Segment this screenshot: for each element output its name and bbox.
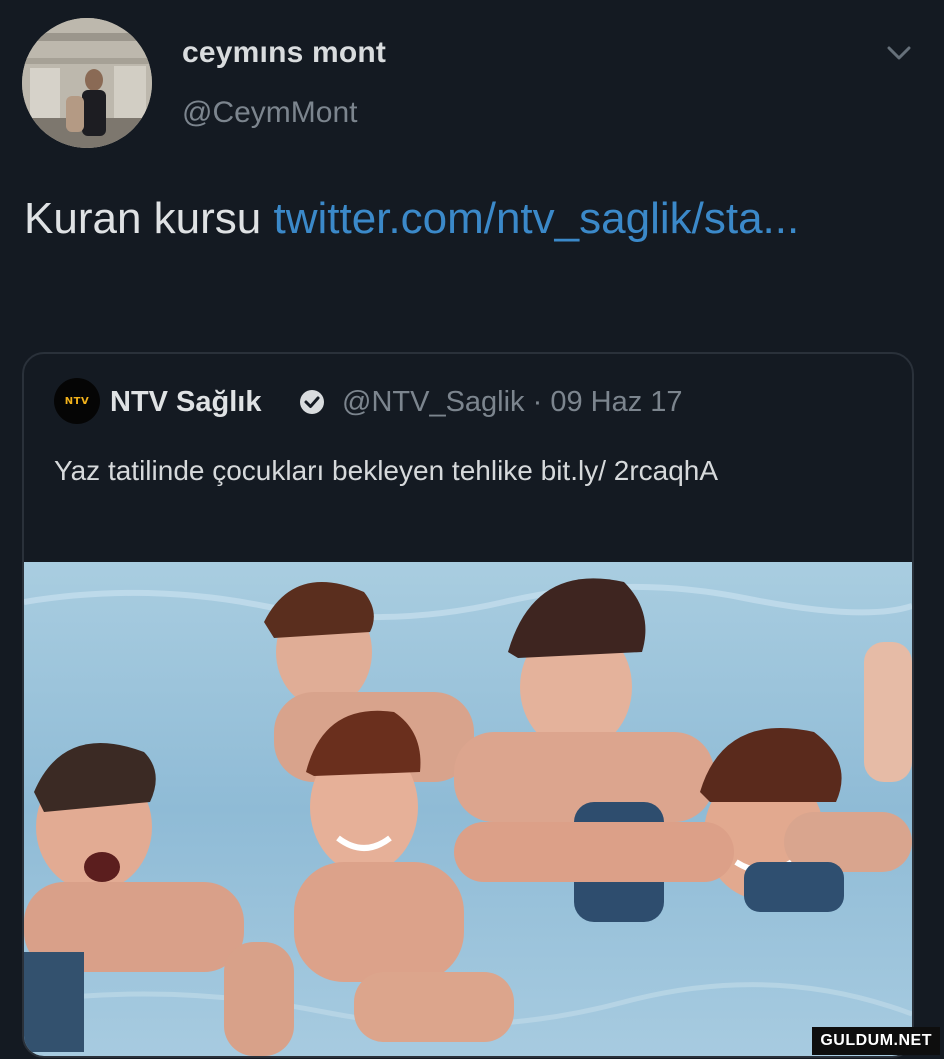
chevron-down-icon[interactable]: [884, 38, 914, 68]
author-handle[interactable]: @CeymMont: [182, 96, 358, 130]
quoted-tweet-text: Yaz tatilinde çocukları bekleyen tehlike…: [54, 455, 719, 486]
tweet-text: Kuran kursu twitter.com/ntv_saglik/sta..…: [24, 188, 904, 250]
author-display-name[interactable]: ceymıns mont: [182, 36, 386, 70]
ntv-logo-text: NTV: [64, 395, 90, 407]
profile-photo-icon: [22, 18, 152, 148]
verified-badge-icon: [298, 388, 326, 416]
quoted-tweet-card[interactable]: NTV NTV Sağlık @NTV_Saglik · 09 Haz 17 Y…: [22, 352, 914, 1058]
ntv-logo-avatar[interactable]: NTV: [54, 378, 100, 424]
quoted-handle-date: @NTV_Saglik · 09 Haz 17: [342, 386, 683, 418]
author-avatar[interactable]: [22, 18, 152, 148]
photo-children-swimming-underwater-icon: [24, 562, 912, 1056]
tweet-link[interactable]: twitter.com/ntv_saglik/sta...: [273, 194, 799, 243]
tweet-text-body: Kuran kursu: [24, 194, 274, 243]
quoted-tweet-photo[interactable]: [24, 562, 912, 1056]
watermark-logo: GULDUM.NET: [812, 1027, 940, 1055]
quoted-display-name[interactable]: NTV Sağlık: [110, 386, 262, 419]
